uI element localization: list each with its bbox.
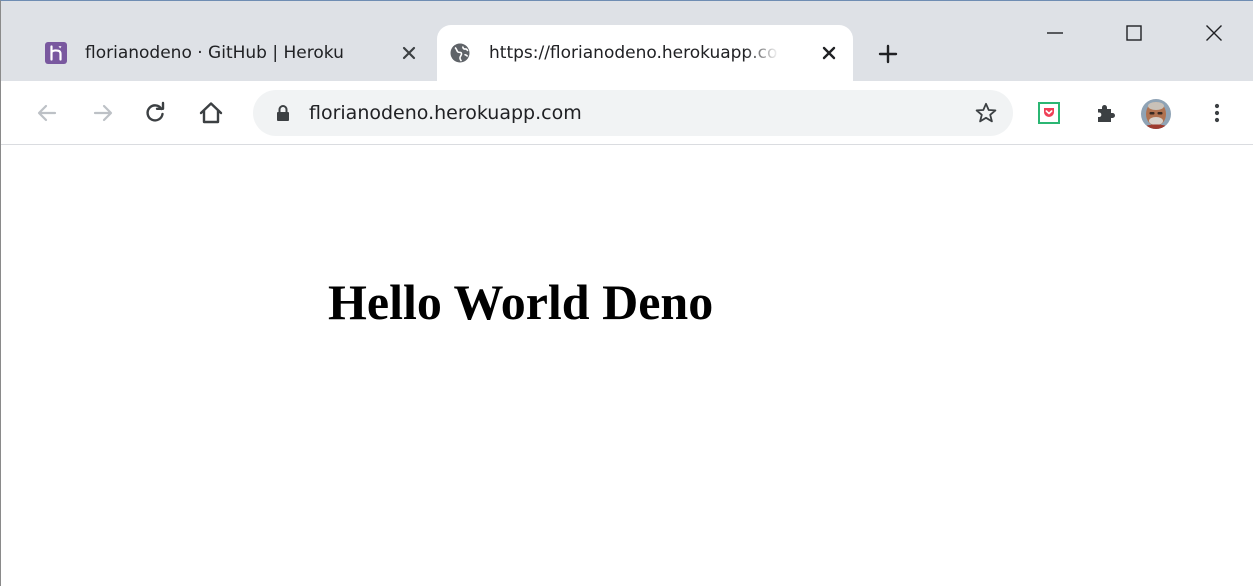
- url-text: florianodeno.herokuapp.com: [309, 102, 582, 124]
- tab-heroku[interactable]: florianodeno · GitHub | Heroku: [33, 25, 433, 81]
- lock-icon[interactable]: [273, 103, 293, 123]
- tab-title: florianodeno · GitHub | Heroku: [85, 43, 344, 63]
- tab-strip: florianodeno · GitHub | Heroku https://f…: [1, 1, 1253, 81]
- globe-icon: [449, 42, 471, 64]
- close-icon[interactable]: [1191, 15, 1237, 51]
- minimize-icon[interactable]: [1032, 15, 1078, 51]
- home-icon[interactable]: [193, 95, 229, 131]
- pocket-extension-icon[interactable]: [1031, 95, 1067, 131]
- toolbar: florianodeno.herokuapp.com: [1, 81, 1253, 145]
- puzzle-icon[interactable]: [1087, 95, 1123, 131]
- reload-icon[interactable]: [137, 95, 173, 131]
- tab-herokuapp[interactable]: https://florianodeno.herokuapp.com: [437, 25, 853, 81]
- plus-icon[interactable]: [873, 39, 903, 69]
- star-icon[interactable]: [973, 100, 999, 126]
- tab-title: https://florianodeno.herokuapp.com: [489, 43, 779, 63]
- browser-window: florianodeno · GitHub | Heroku https://f…: [0, 0, 1253, 586]
- maximize-icon[interactable]: [1111, 15, 1157, 51]
- avatar[interactable]: [1141, 99, 1171, 129]
- arrow-right-icon[interactable]: [85, 95, 121, 131]
- kebab-menu-icon[interactable]: [1199, 95, 1235, 131]
- arrow-left-icon[interactable]: [29, 95, 65, 131]
- close-tab-icon[interactable]: [817, 41, 841, 65]
- address-bar[interactable]: florianodeno.herokuapp.com: [253, 90, 1013, 136]
- heroku-icon: [45, 42, 67, 64]
- page-heading: Hello World Deno: [328, 274, 714, 330]
- close-tab-icon[interactable]: [397, 41, 421, 65]
- page-content: Hello World Deno: [1, 146, 1253, 586]
